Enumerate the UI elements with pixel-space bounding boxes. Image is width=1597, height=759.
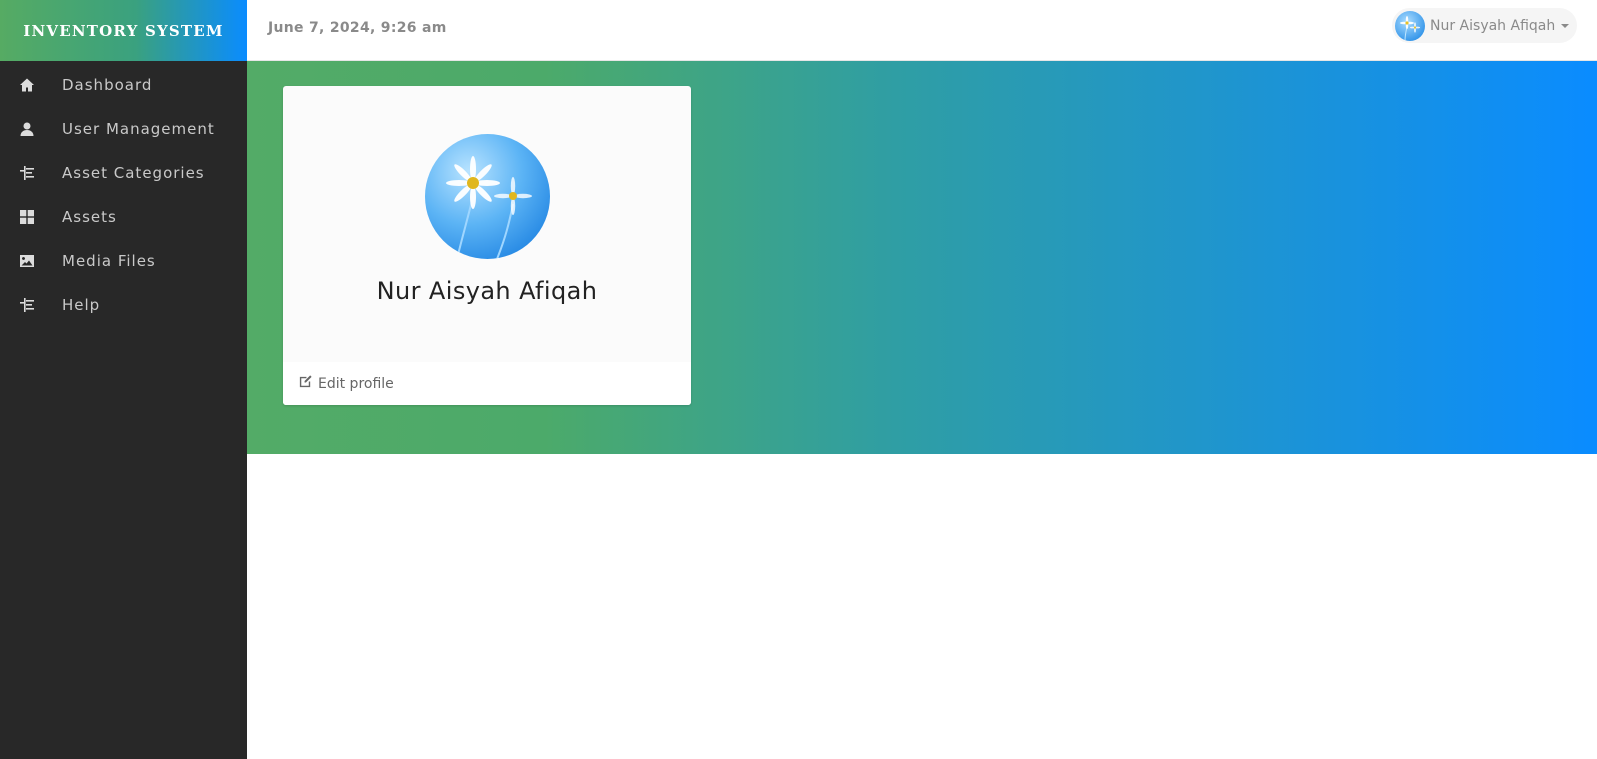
sidebar-item-help[interactable]: Help <box>0 283 247 327</box>
edit-icon <box>298 374 313 393</box>
sidebar-item-label: Assets <box>62 208 117 226</box>
help-icon <box>0 297 62 313</box>
brand-title[interactable]: INVENTORY SYSTEM <box>0 0 247 61</box>
current-datetime: June 7, 2024, 9:26 am <box>268 20 447 36</box>
sidebar-item-label: Help <box>62 296 101 314</box>
sidebar: INVENTORY SYSTEM Dashboard User Manageme… <box>0 0 247 759</box>
avatar <box>1395 10 1425 41</box>
sidebar-item-assets[interactable]: Assets <box>0 195 247 239</box>
edit-profile-label: Edit profile <box>318 375 394 392</box>
sidebar-item-user-management[interactable]: User Management <box>0 107 247 151</box>
home-icon <box>0 77 62 93</box>
profile-name: Nur Aisyah Afiqah <box>376 277 598 305</box>
user-name: Nur Aisyah Afiqah <box>1430 17 1556 34</box>
top-header: June 7, 2024, 9:26 am Nur Aisyah Afiqah <box>247 0 1597 61</box>
sidebar-item-asset-categories[interactable]: Asset Categories <box>0 151 247 195</box>
image-icon <box>0 253 62 269</box>
profile-avatar <box>424 134 550 259</box>
user-menu-button[interactable]: Nur Aisyah Afiqah <box>1392 8 1577 43</box>
chevron-down-icon <box>1561 23 1570 28</box>
sidebar-item-media-files[interactable]: Media Files <box>0 239 247 283</box>
user-icon <box>0 121 62 137</box>
profile-card: Nur Aisyah Afiqah Edit profile <box>283 86 691 405</box>
grid-icon <box>0 209 62 225</box>
sidebar-item-label: User Management <box>62 120 215 138</box>
sidebar-item-dashboard[interactable]: Dashboard <box>0 63 247 107</box>
categories-icon <box>0 165 62 181</box>
sidebar-item-label: Asset Categories <box>62 164 205 182</box>
edit-profile-link[interactable]: Edit profile <box>283 362 691 405</box>
sidebar-item-label: Media Files <box>62 252 156 270</box>
sidebar-item-label: Dashboard <box>62 76 153 94</box>
sidebar-nav: Dashboard User Management Asset Categori… <box>0 63 247 327</box>
profile-card-body: Nur Aisyah Afiqah <box>283 86 691 362</box>
